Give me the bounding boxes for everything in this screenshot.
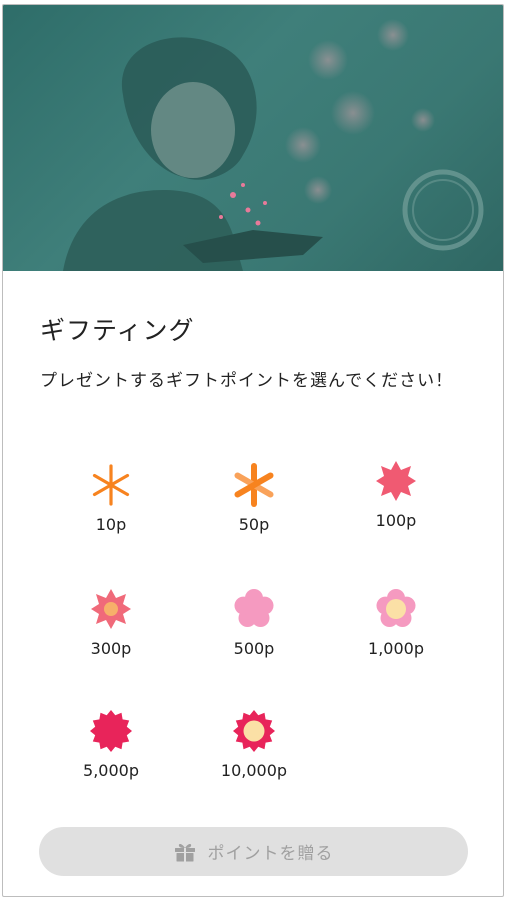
crimson-burst-cream-center-icon	[233, 710, 275, 752]
gift-option-5000p[interactable]: 5,000p	[51, 709, 171, 780]
send-points-button[interactable]: ポイントを贈る	[39, 827, 468, 876]
dialog-description: プレゼントするギフトポイントを選んでください！	[40, 371, 454, 391]
gift-option-1000p[interactable]: 1,000p	[336, 587, 456, 658]
gift-option-10000p[interactable]: 10,000p	[194, 709, 314, 780]
dialog-title: ギフティング	[40, 316, 195, 345]
gift-label: 100p	[375, 511, 417, 530]
hero-illustration-art	[63, 19, 484, 271]
orange-bold-asterisk-icon	[234, 463, 274, 507]
gift-option-10p[interactable]: 10p	[51, 463, 171, 534]
gift-label: 1,000p	[368, 639, 424, 658]
orange-asterisk-icon	[92, 464, 130, 506]
gift-option-50p[interactable]: 50p	[194, 463, 314, 534]
pink-star-burst-icon	[376, 461, 416, 501]
gift-option-500p[interactable]: 500p	[194, 587, 314, 658]
light-pink-flower-icon	[234, 589, 274, 627]
gift-option-300p[interactable]: 300p	[51, 587, 171, 658]
gift-label: 50p	[238, 515, 270, 534]
pink-sunburst-icon	[91, 589, 131, 629]
send-points-button-label: ポイントを贈る	[207, 844, 334, 864]
gift-label: 10,000p	[220, 761, 288, 780]
gift-label: 5,000p	[83, 761, 139, 780]
gift-option-100p[interactable]: 100p	[336, 459, 456, 530]
crimson-burst-icon	[90, 710, 132, 752]
gifting-dialog: ギフティング プレゼントするギフトポイントを選んでください！ 10p 50p 1…	[2, 4, 504, 897]
gift-box-icon	[174, 843, 195, 861]
hero-illustration	[3, 5, 503, 271]
gift-label: 300p	[90, 639, 132, 658]
gift-label: 500p	[233, 639, 275, 658]
pink-flower-cream-center-icon	[376, 589, 416, 627]
gift-label: 10p	[95, 515, 127, 534]
